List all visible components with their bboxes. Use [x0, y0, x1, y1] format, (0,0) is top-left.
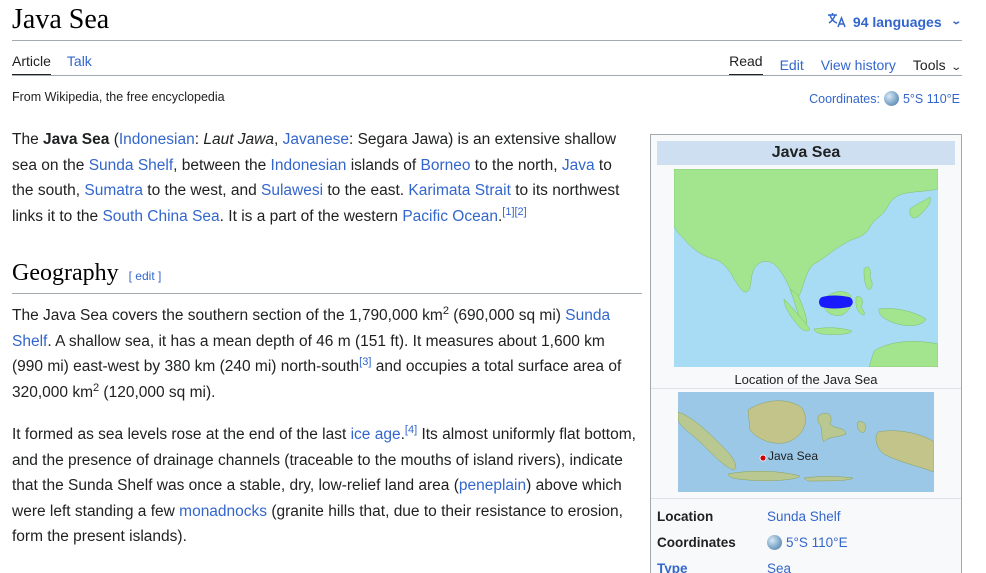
- map-caption: Location of the Java Sea: [734, 372, 878, 387]
- link-monadnocks[interactable]: monadnocks: [179, 503, 267, 520]
- text: islands of: [346, 156, 421, 174]
- tab-article[interactable]: Article: [12, 53, 51, 76]
- bold-title: Java Sea: [43, 131, 110, 148]
- italic-name: Laut Jawa: [203, 131, 274, 148]
- link-indonesian[interactable]: Indonesian: [271, 157, 347, 174]
- reference-link[interactable]: [3]: [359, 356, 371, 368]
- text: . It is a part of the western: [219, 207, 403, 225]
- namespace-tabs: Article Talk: [12, 53, 92, 76]
- tab-edit[interactable]: Edit: [780, 57, 804, 73]
- text: ,: [274, 131, 283, 148]
- language-selector[interactable]: 94 languages ⌄: [827, 12, 962, 31]
- geography-paragraph-2: It formed as sea levels rose at the end …: [12, 422, 637, 550]
- reference-link[interactable]: [1][2]: [502, 205, 526, 217]
- tab-read[interactable]: Read: [729, 53, 763, 76]
- tab-view-history[interactable]: View history: [821, 57, 896, 73]
- tabs-divider: [12, 75, 962, 76]
- infobox-row-coordinates: Coordinates 5°S 110°E: [657, 529, 955, 555]
- text: It formed as sea levels rose at the end …: [12, 426, 351, 443]
- tools-label: Tools: [912, 56, 946, 73]
- globe-icon[interactable]: [767, 534, 782, 550]
- link-sunda-shelf[interactable]: Sunda Shelf: [89, 157, 173, 174]
- text: to the east.: [323, 182, 409, 199]
- text: The: [12, 131, 44, 148]
- site-tagline: From Wikipedia, the free encyclopedia: [12, 90, 225, 104]
- locator-map[interactable]: [674, 169, 938, 367]
- reference-link[interactable]: [4]: [405, 424, 417, 436]
- row-label: Location: [657, 508, 714, 524]
- tab-talk[interactable]: Talk: [67, 53, 92, 76]
- coordinates-top: Coordinates: 5°S 110°E: [809, 91, 960, 106]
- title-divider: [12, 40, 962, 41]
- infobox-row-location: Location Sunda Shelf: [657, 503, 955, 529]
- link-karimata-strait[interactable]: Karimata Strait: [408, 182, 511, 199]
- section-edit-link[interactable]: [ edit ]: [129, 269, 162, 283]
- text: , between the: [173, 156, 271, 174]
- heading-divider: [12, 293, 642, 294]
- intro-paragraph: The Java Sea (Indonesian: Laut Jawa, Jav…: [12, 127, 637, 229]
- page-title: Java Sea: [12, 4, 110, 35]
- view-tabs: Read Edit View history Tools ⌄: [729, 53, 962, 76]
- text: (690,000 sq mi): [448, 307, 566, 324]
- link-ice-age[interactable]: ice age: [351, 426, 401, 443]
- text: The Java Sea covers the southern section…: [12, 307, 443, 324]
- coordinates-label: Coordinates:: [809, 91, 880, 106]
- languages-label: 94 languages: [852, 13, 942, 30]
- relief-map[interactable]: Java Sea: [678, 392, 934, 492]
- link-indonesian[interactable]: Indonesian: [119, 131, 195, 148]
- geography-paragraph-1: The Java Sea covers the southern section…: [12, 303, 637, 405]
- link-sulawesi[interactable]: Sulawesi: [261, 182, 323, 199]
- translate-icon: [827, 12, 847, 31]
- coordinates-link[interactable]: 5°S 110°E: [903, 92, 960, 106]
- chevron-down-icon: ⌄: [949, 16, 962, 27]
- type-link[interactable]: Sea: [767, 561, 791, 573]
- section-heading-geography: Geography [ edit ]: [12, 260, 161, 287]
- text: (120,000 sq mi).: [99, 383, 216, 401]
- location-link[interactable]: Sunda Shelf: [767, 509, 841, 524]
- text: to the north,: [470, 156, 562, 174]
- globe-icon[interactable]: [883, 91, 899, 106]
- heading-text: Geography: [12, 260, 119, 286]
- link-java[interactable]: Java: [562, 157, 595, 174]
- chevron-down-icon: ⌄: [949, 61, 962, 73]
- map-marker-label: Java Sea: [768, 449, 819, 463]
- row-label: Coordinates: [657, 534, 736, 550]
- infobox: Java Sea Location of the Java Sea Java S…: [650, 134, 962, 573]
- link-borneo[interactable]: Borneo: [421, 157, 471, 174]
- text: to the west, and: [142, 182, 262, 199]
- divider: [651, 388, 961, 389]
- divider: [651, 498, 961, 499]
- text: (: [109, 131, 119, 148]
- link-pacific-ocean[interactable]: Pacific Ocean: [402, 208, 498, 225]
- link-javanese[interactable]: Javanese: [283, 131, 349, 148]
- link-sumatra[interactable]: Sumatra: [84, 182, 143, 199]
- link-peneplain[interactable]: peneplain: [459, 477, 526, 494]
- infobox-row-type: Type Sea: [657, 555, 955, 573]
- link-south-china-sea[interactable]: South China Sea: [102, 208, 219, 225]
- type-label-link[interactable]: Type: [657, 561, 767, 573]
- infobox-title: Java Sea: [657, 141, 955, 165]
- tools-menu[interactable]: Tools ⌄: [912, 56, 962, 73]
- coordinates-link[interactable]: 5°S 110°E: [786, 535, 848, 550]
